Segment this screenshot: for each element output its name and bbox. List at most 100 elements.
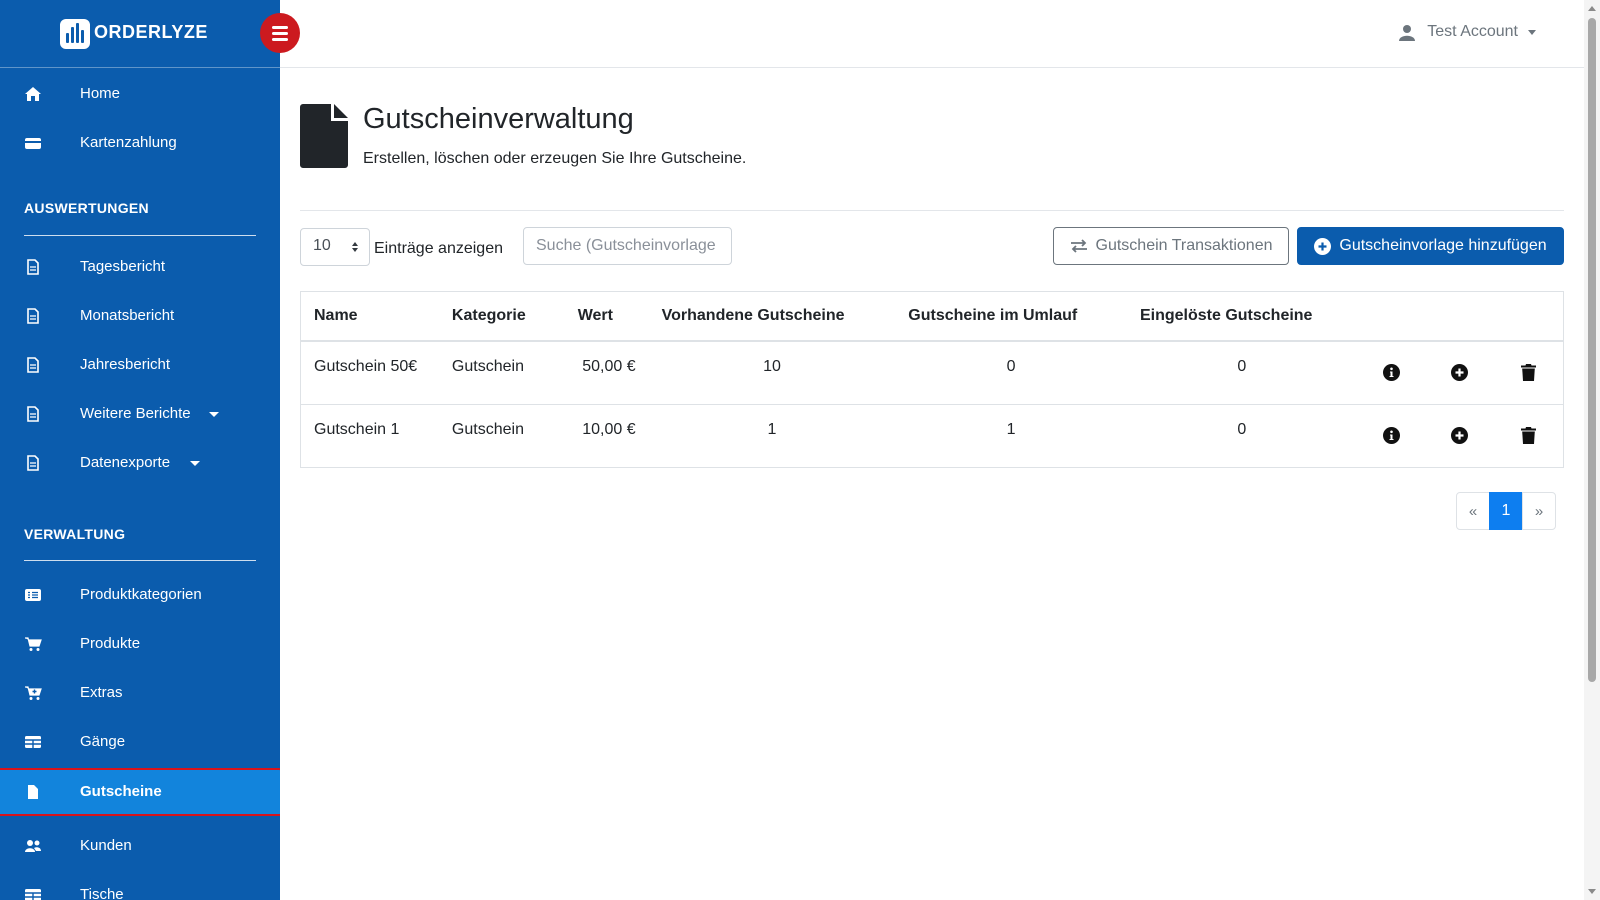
sidebar-item-kunden[interactable]: Kunden [0, 822, 280, 870]
voucher-table: Name Kategorie Wert Vorhandene Gutschein… [300, 291, 1564, 468]
section-title-auswertungen: AUSWERTUNGEN [24, 200, 149, 216]
sidebar-item-weitere-berichte[interactable]: Weitere Berichte [0, 390, 280, 438]
scroll-up-icon[interactable] [1588, 6, 1596, 11]
scroll-thumb[interactable] [1588, 18, 1596, 682]
section-divider [24, 235, 256, 236]
document-icon [27, 406, 39, 422]
sidebar: ORDERLYZE Home Kartenzahlung AUSWERTUNGE… [0, 0, 280, 900]
entries-per-page-value: 10 [313, 237, 331, 254]
cell-eingeloest: 0 [1126, 341, 1357, 405]
chevron-down-icon [1528, 29, 1536, 35]
search-input[interactable] [523, 227, 732, 265]
users-icon [25, 840, 41, 852]
sidebar-item-label: Produkte [80, 635, 141, 652]
add-voucher-template-button[interactable]: Gutscheinvorlage hinzufügen [1297, 227, 1564, 265]
table-icon [25, 736, 41, 748]
column-header-wert[interactable]: Wert [564, 292, 649, 342]
sidebar-item-label: Weitere Berichte [80, 405, 191, 422]
sidebar-item-kartenzahlung[interactable]: Kartenzahlung [0, 119, 280, 167]
page-title: Gutscheinverwaltung [363, 103, 634, 135]
account-menu[interactable]: Test Account [1399, 23, 1536, 41]
cart-plus-icon [25, 686, 42, 700]
cell-delete-action [1494, 341, 1563, 405]
sidebar-item-label: Kunden [80, 837, 132, 854]
trash-icon[interactable] [1521, 426, 1537, 444]
sidebar-item-label: Home [80, 85, 121, 102]
cell-im-umlauf: 0 [895, 341, 1127, 405]
add-voucher-template-label: Gutscheinvorlage hinzufügen [1339, 237, 1547, 254]
cell-wert: 50,00 € [564, 341, 649, 405]
list-icon [25, 589, 41, 601]
credit-card-icon [25, 138, 41, 149]
pagination-prev-button[interactable]: « [1456, 492, 1490, 530]
info-icon[interactable] [1382, 364, 1400, 381]
sidebar-item-datenexporte[interactable]: Datenexporte [0, 439, 280, 487]
sidebar-item-label: Gänge [80, 733, 126, 750]
file-icon [28, 785, 38, 799]
sidebar-item-gaenge[interactable]: Gänge [0, 718, 280, 766]
sidebar-toggle-button[interactable] [260, 13, 300, 53]
sidebar-item-gutscheine[interactable]: Gutscheine [0, 768, 280, 816]
document-icon [27, 308, 39, 324]
sidebar-item-label: Produktkategorien [80, 586, 202, 603]
column-header-im-umlauf[interactable]: Gutscheine im Umlauf [895, 292, 1127, 342]
cell-vorhandene: 1 [767, 420, 777, 438]
table-icon [25, 889, 41, 900]
sidebar-item-label: Gutscheine [80, 783, 162, 800]
scroll-down-icon[interactable] [1588, 889, 1596, 894]
column-header-name[interactable]: Name [301, 292, 439, 342]
trash-icon[interactable] [1521, 364, 1537, 381]
table-row: Gutschein 50€ Gutschein 50,00 € 10 0 0 [301, 341, 1563, 405]
cell-kategorie: Gutschein [451, 420, 524, 438]
select-arrows-icon [352, 242, 358, 252]
cell-kategorie: Gutschein [438, 341, 565, 405]
info-icon[interactable] [1382, 426, 1400, 444]
user-icon [1399, 24, 1416, 41]
sidebar-item-produkte[interactable]: Produkte [0, 620, 280, 668]
entries-per-page-label: Einträge anzeigen [374, 240, 503, 257]
column-header-vorhandene[interactable]: Vorhandene Gutscheine [648, 292, 896, 342]
voucher-transactions-label: Gutschein Transaktionen [1095, 237, 1273, 254]
voucher-transactions-button[interactable]: Gutschein Transaktionen [1053, 227, 1289, 265]
section-title-verwaltung: VERWALTUNG [24, 526, 126, 542]
pagination-page-1[interactable]: 1 [1489, 492, 1523, 530]
topbar: Test Account [280, 0, 1584, 68]
cell-eingeloest: 0 [1237, 420, 1247, 438]
plus-circle-icon[interactable] [1451, 426, 1469, 444]
sidebar-item-jahresbericht[interactable]: Jahresbericht [0, 341, 280, 389]
column-header-kategorie[interactable]: Kategorie [438, 292, 565, 342]
cell-info-action [1356, 341, 1426, 405]
sidebar-item-label: Jahresbericht [80, 356, 171, 373]
chevron-down-icon [209, 412, 219, 417]
cell-delete-action [1494, 404, 1563, 467]
sidebar-item-monatsbericht[interactable]: Monatsbericht [0, 292, 280, 340]
page-subtitle: Erstellen, löschen oder erzeugen Sie Ihr… [363, 150, 747, 167]
brand[interactable]: ORDERLYZE [0, 0, 280, 68]
sidebar-item-tagesbericht[interactable]: Tagesbericht [0, 243, 280, 291]
cart-icon [25, 637, 42, 651]
cell-name: Gutschein 50€ [301, 341, 439, 405]
column-header-eingeloest[interactable]: Eingelöste Gutscheine [1126, 292, 1357, 342]
document-icon [27, 357, 39, 373]
cell-add-action [1425, 404, 1494, 467]
sidebar-item-label: Tagesbericht [80, 258, 166, 275]
pagination-next-button[interactable]: » [1522, 492, 1556, 530]
exchange-icon [1070, 239, 1087, 253]
cell-vorhandene: 10 [648, 341, 896, 405]
page-scrollbar[interactable] [1584, 0, 1600, 900]
sidebar-item-tische[interactable]: Tische [0, 871, 280, 900]
plus-circle-icon[interactable] [1451, 364, 1469, 381]
sidebar-item-label: Datenexporte [80, 454, 171, 471]
cell-name: Gutschein 1 [314, 420, 400, 438]
sidebar-item-extras[interactable]: Extras [0, 669, 280, 717]
sidebar-item-label: Extras [80, 684, 123, 701]
cell-add-action [1425, 341, 1495, 405]
sidebar-item-produktkategorien[interactable]: Produktkategorien [0, 571, 280, 619]
account-name: Test Account [1427, 23, 1518, 40]
cell-info-action [1357, 404, 1426, 467]
sidebar-item-label: Monatsbericht [80, 307, 175, 324]
section-divider [24, 560, 256, 561]
sidebar-item-home[interactable]: Home [0, 70, 280, 118]
home-icon [25, 87, 41, 101]
entries-per-page-select[interactable]: 10 [300, 228, 370, 266]
